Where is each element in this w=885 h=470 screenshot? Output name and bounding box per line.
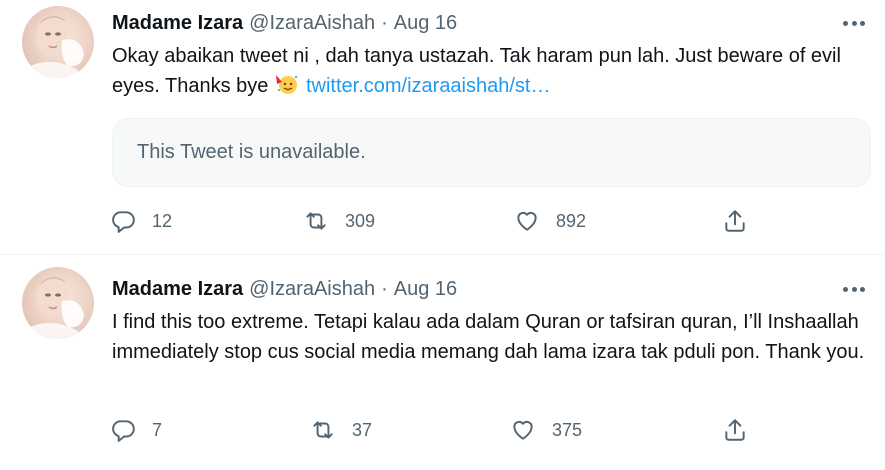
tweet-actions: 7 37 375	[110, 415, 770, 445]
reply-count: 12	[152, 210, 173, 231]
tweet-header: Madame Izara @IzaraAishah · Aug 16	[112, 276, 457, 302]
reply-button[interactable]: 7	[110, 415, 162, 445]
tweet-header: Madame Izara @IzaraAishah · Aug 16	[112, 10, 457, 36]
more-options-icon[interactable]	[841, 10, 867, 36]
retweet-icon	[306, 212, 326, 230]
reply-icon	[112, 211, 135, 233]
separator-dot: ·	[381, 277, 388, 300]
share-button[interactable]	[722, 415, 748, 445]
reply-count: 7	[152, 419, 163, 440]
reply-button[interactable]: 12	[110, 206, 172, 236]
tweet-date[interactable]: Aug 16	[394, 278, 457, 301]
heart-icon	[513, 420, 533, 440]
heart-icon	[517, 211, 537, 231]
retweet-icon	[313, 421, 333, 439]
author-name[interactable]: Madame Izara	[112, 278, 243, 301]
profile-photo-icon	[30, 277, 84, 339]
author-handle[interactable]: @IzaraAishah	[249, 12, 375, 35]
share-icon	[725, 210, 745, 232]
tweet-link[interactable]: twitter.com/izaraaishah/st…	[306, 75, 551, 97]
share-button[interactable]	[722, 206, 748, 236]
retweet-count: 37	[352, 419, 373, 440]
tweet-text: Okay abaikan tweet ni , dah tanya ustaza…	[112, 41, 872, 101]
like-count: 375	[552, 419, 583, 440]
profile-photo-icon	[30, 16, 84, 78]
like-button[interactable]: 892	[514, 206, 586, 236]
retweet-count: 309	[345, 210, 376, 231]
tweet-card[interactable]: Madame Izara @IzaraAishah · Aug 16 I fin…	[0, 255, 885, 470]
share-icon	[725, 419, 745, 441]
partying-face-emoji-icon	[274, 73, 300, 95]
reply-icon	[112, 420, 135, 442]
retweet-button[interactable]: 309	[303, 206, 375, 236]
avatar[interactable]	[22, 6, 94, 78]
author-name[interactable]: Madame Izara	[112, 12, 243, 35]
retweet-button[interactable]: 37	[310, 415, 372, 445]
like-count: 892	[556, 210, 587, 231]
quoted-tweet-unavailable[interactable]: This Tweet is unavailable.	[112, 118, 871, 187]
separator-dot: ·	[381, 11, 388, 34]
more-options-icon[interactable]	[841, 276, 867, 302]
tweet-text: I find this too extreme. Tetapi kalau ad…	[112, 311, 865, 363]
avatar[interactable]	[22, 267, 94, 339]
author-handle[interactable]: @IzaraAishah	[249, 278, 375, 301]
quote-text: This Tweet is unavailable.	[137, 141, 366, 163]
tweet-date[interactable]: Aug 16	[394, 12, 457, 35]
tweet-actions: 12 309 892	[110, 206, 770, 236]
like-button[interactable]: 375	[510, 415, 582, 445]
tweet-card[interactable]: Madame Izara @IzaraAishah · Aug 16 Okay …	[0, 0, 885, 255]
